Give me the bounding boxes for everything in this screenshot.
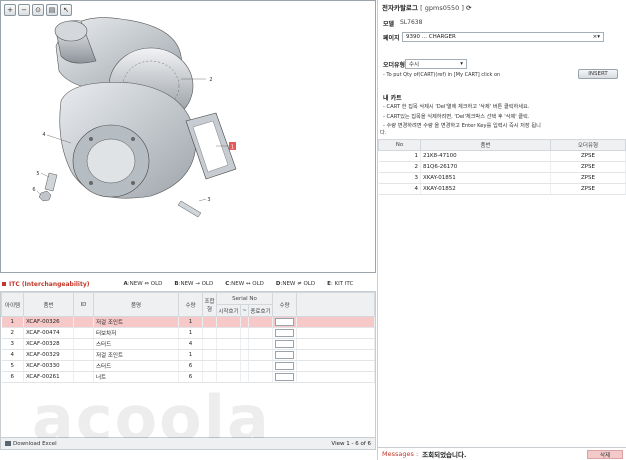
model-label: 모델 [383, 21, 395, 28]
cart-row[interactable]: 3 XKAY-01851 ZPSE [378, 172, 626, 184]
col-serial-end: 종료호기 [248, 304, 273, 317]
order-qty-input[interactable] [275, 373, 294, 381]
cart-note-2: - CART있는 집목을 식제하려면, 'Del'체크박스 선택 후 '삭제' … [383, 114, 530, 120]
table-row[interactable]: 2 XCAF-00474 터보차저 1 [1, 327, 375, 339]
stud-right [177, 200, 202, 218]
itc-footer: Download Excel View 1 - 6 of 6 [0, 438, 376, 450]
table-row[interactable]: 3 XCAF-00328 스터드 4 [1, 338, 375, 350]
legend-c: C:NEW ↔ OLD [225, 281, 264, 287]
cart-col-no[interactable]: No [378, 139, 421, 151]
download-excel-link[interactable]: Download Excel [5, 441, 57, 447]
clear-dropdown-icon[interactable]: ×▾ [593, 34, 600, 40]
itc-table: 아이템 품번 ID 품명 수량 조합형 Serial No 수량 시작호기 ~ … [1, 292, 375, 383]
page-label: 페이지 [383, 35, 400, 42]
callout-5: 5 [36, 171, 39, 177]
viewer-toolbar: + − ⊙ ▤ ↖ [4, 4, 72, 16]
chevron-down-icon: ▾ [460, 61, 463, 67]
turbine-outlet [86, 138, 136, 184]
table-row[interactable]: 5 XCAF-00330 스터드 6 [1, 360, 375, 372]
cart-note-3: - 수량 변경하려면 수량 을 변경하고 Enter Key를 입력시 즉시 저… [383, 123, 541, 129]
col-order-qty: 수량 [272, 292, 297, 317]
cart-row[interactable]: 4 XKAY-01852 ZPSE [378, 183, 626, 195]
legend-d: D:NEW ≠ OLD [275, 281, 316, 287]
cart-row[interactable]: 1 21K8-47100 ZPSE [378, 150, 626, 162]
col-serial-sep: ~ [240, 304, 249, 317]
order-qty-input[interactable] [275, 362, 294, 370]
page-title: 전자카탈로그 [ gpms0550 ] ⟳ [382, 4, 472, 12]
cart-note-4: 다. [380, 130, 387, 136]
col-serial-start: 시작호기 [216, 304, 241, 317]
order-qty-input[interactable] [275, 351, 294, 359]
cart-col-order-type[interactable]: 오더유형 [550, 139, 626, 151]
pointer-icon[interactable]: ↖ [60, 4, 72, 16]
order-qty-input[interactable] [275, 329, 294, 337]
legend-a: A:NEW ⇔ OLD [123, 281, 163, 287]
col-part-no[interactable]: 품번 [23, 292, 74, 317]
inlet-opening [54, 20, 88, 42]
callout-1: 1 [231, 145, 234, 151]
message-bar: Messages : 조회되었습니다. 삭제 [378, 447, 626, 460]
cart-note-1: - CART 한 집목 삭제시 'Del'열에 체크하고 '삭제' 버튼 클릭하… [383, 104, 530, 110]
col-spacer [296, 292, 375, 317]
zoom-fit-icon[interactable]: ⊙ [32, 4, 44, 16]
col-item[interactable]: 아이템 [1, 292, 24, 317]
message-text: 조회되었습니다. [422, 451, 467, 459]
pagination-info: View 1 - 6 of 6 [331, 440, 371, 447]
table-row[interactable]: 4 XCAF-00329 저걸 조인트 1 [1, 349, 375, 361]
itc-title: ITC (Interchangeability) [2, 281, 90, 288]
print-icon[interactable]: ▤ [46, 4, 58, 16]
messages-label: Messages : [382, 450, 419, 458]
col-part-name[interactable]: 품명 [93, 292, 179, 317]
zoom-out-icon[interactable]: − [18, 4, 30, 16]
cart-row[interactable]: 2 81Q6-26170 ZPSE [378, 161, 626, 173]
page-select[interactable]: 9390 ... CHARGER ×▾ [402, 32, 604, 42]
itc-header: ITC (Interchangeability) A:NEW ⇔ OLD B:N… [0, 278, 376, 290]
order-type-select[interactable]: 수시 ▾ [405, 59, 467, 69]
itc-table-container: 아이템 품번 ID 품명 수량 조합형 Serial No 수량 시작호기 ~ … [0, 291, 376, 438]
zoom-in-icon[interactable]: + [4, 4, 16, 16]
cart-table: No 품번 오더유형 1 21K8-47100 ZPSE 2 81Q6-2617… [378, 139, 626, 195]
col-combo[interactable]: 조합형 [202, 292, 217, 317]
order-type-label: 오더유형 [383, 62, 406, 69]
table-row[interactable]: 6 XCAF-00261 너트 6 [1, 371, 375, 383]
nut [38, 190, 52, 202]
insert-button[interactable]: INSERT [578, 69, 618, 79]
cart-col-part-no[interactable]: 품번 [420, 139, 551, 151]
delete-button[interactable]: 삭제 [587, 450, 623, 459]
callout-2: 2 [209, 77, 212, 83]
callout-3: 3 [207, 197, 210, 203]
order-qty-input[interactable] [275, 340, 294, 348]
legend-b: B:NEW → OLD [174, 281, 214, 287]
excel-icon [5, 441, 11, 446]
legend-e: E: KIT ITC [327, 281, 354, 287]
callout-4: 4 [42, 132, 45, 138]
col-serial: Serial No [216, 292, 273, 305]
my-cart-label: 내 카트 [383, 95, 402, 102]
model-value: SL7638 [400, 19, 423, 26]
diagram-viewer[interactable]: 1 2 3 4 5 6 + − ⊙ ▤ ↖ [0, 0, 376, 273]
col-qty[interactable]: 수량 [178, 292, 203, 317]
cart-hint: - To put Qty of(CART)(ref) in [My CART] … [383, 72, 501, 78]
right-panel: 전자카탈로그 [ gpms0550 ] ⟳ 모델 SL7638 페이지 9390… [377, 0, 626, 460]
order-qty-input[interactable] [275, 318, 294, 326]
refresh-icon[interactable]: ⟳ [466, 4, 471, 12]
callout-6: 6 [32, 187, 35, 193]
turbocharger-diagram: 1 2 3 4 5 6 [32, 17, 237, 218]
table-row[interactable]: 1 XCAF-00326 저걸 조인트 1 [1, 316, 375, 328]
cart-table-container: No 품번 오더유형 1 21K8-47100 ZPSE 2 81Q6-2617… [378, 139, 626, 195]
col-itc[interactable]: ID [73, 292, 94, 317]
